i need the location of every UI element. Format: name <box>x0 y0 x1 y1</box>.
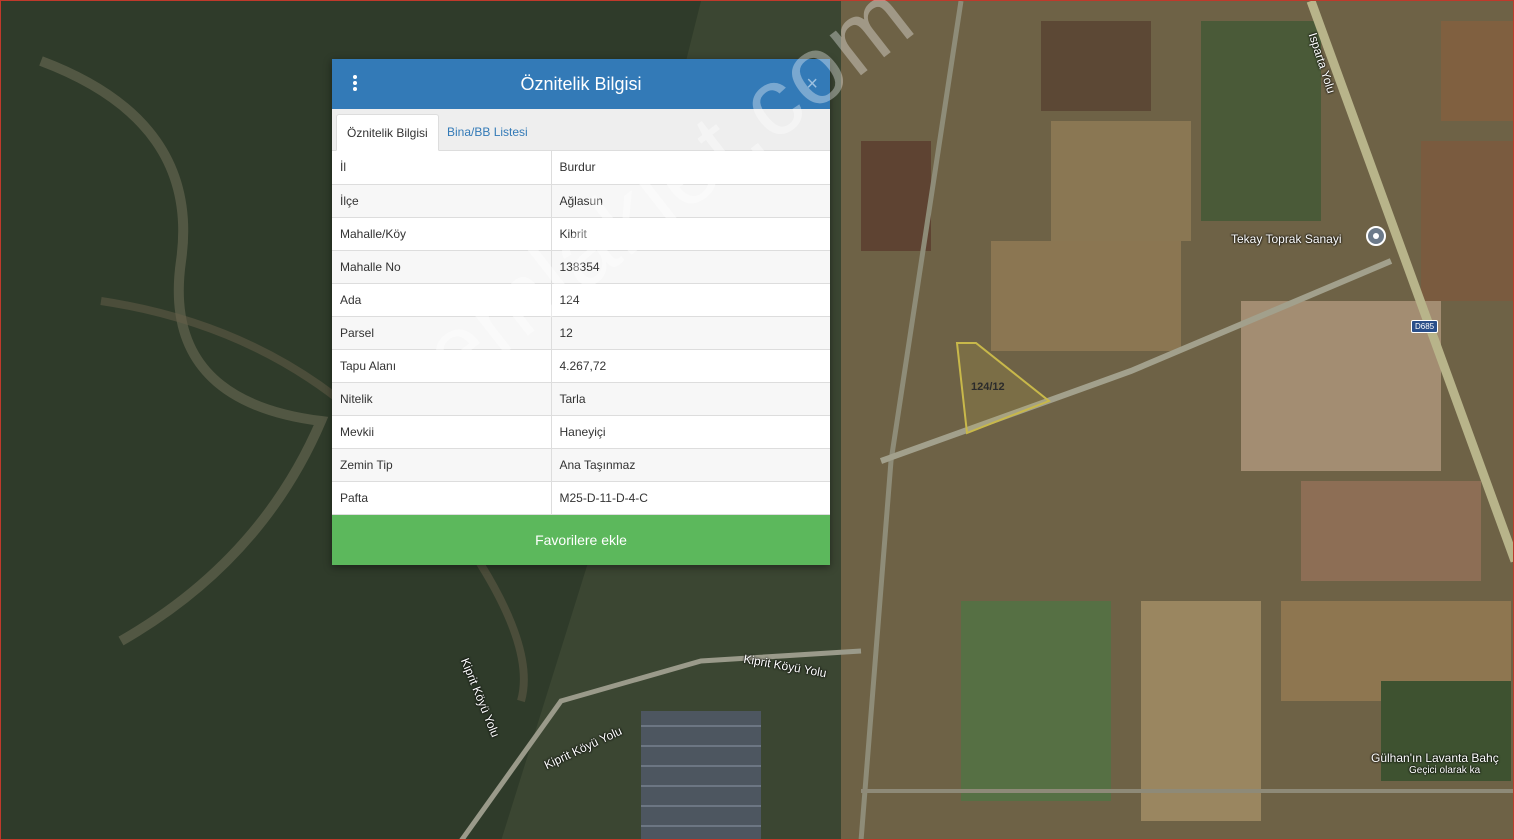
kebab-menu-icon[interactable] <box>352 74 358 94</box>
attribute-value: 124 <box>551 283 830 317</box>
attribute-key: Pafta <box>332 481 552 515</box>
attribute-value: Haneyiçi <box>551 415 830 449</box>
table-row: Mahalle/Köy Kibrit <box>332 217 830 251</box>
table-row: İlçe Ağlasun <box>332 184 830 218</box>
add-to-favorites-button[interactable]: Favorilere ekle <box>332 514 830 565</box>
attribute-key: Mahalle/Köy <box>332 217 552 251</box>
tab-building-list[interactable]: Bina/BB Listesi <box>437 114 538 151</box>
table-row: Tapu Alanı 4.267,72 <box>332 349 830 383</box>
attribute-key: Mevkii <box>332 415 552 449</box>
table-row: Pafta M25-D-11-D-4-C <box>332 481 830 515</box>
tab-bar: Öznitelik Bilgisi Bina/BB Listesi <box>332 109 830 151</box>
table-row: Nitelik Tarla <box>332 382 830 416</box>
attribute-key: Tapu Alanı <box>332 349 552 383</box>
attribute-key: Parsel <box>332 316 552 350</box>
attribute-value: Burdur <box>551 151 830 185</box>
attribute-value: Kibrit <box>551 217 830 251</box>
map-label-gulhan-sub: Geçici olarak ka <box>1409 765 1481 776</box>
location-pin-icon[interactable] <box>1366 226 1386 246</box>
table-row: Ada 124 <box>332 283 830 317</box>
attribute-key: Ada <box>332 283 552 317</box>
map-label-tekay: Tekay Toprak Sanayi <box>1231 232 1342 246</box>
attribute-value: Ağlasun <box>551 184 830 218</box>
attribute-value: 4.267,72 <box>551 349 830 383</box>
attribute-key: İl <box>332 151 552 185</box>
attribute-key: Mahalle No <box>332 250 552 284</box>
attribute-key: İlçe <box>332 184 552 218</box>
attribute-value: 12 <box>551 316 830 350</box>
road-badge: D685 <box>1411 320 1439 333</box>
attribute-value: 138354 <box>551 250 830 284</box>
dialog-header: Öznitelik Bilgisi × <box>332 59 830 109</box>
table-row: Mahalle No 138354 <box>332 250 830 284</box>
table-row: Zemin Tip Ana Taşınmaz <box>332 448 830 482</box>
attribute-key: Nitelik <box>332 382 552 416</box>
attribute-value: M25-D-11-D-4-C <box>551 481 830 515</box>
tab-attribute-info[interactable]: Öznitelik Bilgisi <box>336 114 439 151</box>
close-icon[interactable]: × <box>806 59 818 109</box>
dialog-title: Öznitelik Bilgisi <box>520 74 642 94</box>
table-row: İl Burdur <box>332 151 830 185</box>
attribute-dialog: Öznitelik Bilgisi × Öznitelik Bilgisi Bi… <box>332 59 830 565</box>
attribute-value: Tarla <box>551 382 830 416</box>
table-row: Mevkii Haneyiçi <box>332 415 830 449</box>
parcel-label: 124/12 <box>971 381 1005 393</box>
attribute-value: Ana Taşınmaz <box>551 448 830 482</box>
table-row: Parsel 12 <box>332 316 830 350</box>
attribute-table: İl Burdur İlçe Ağlasun Mahalle/Köy Kibrit Maha… <box>332 151 830 515</box>
attribute-key: Zemin Tip <box>332 448 552 482</box>
map-label-gulhan: Gülhan'ın Lavanta Bahç <box>1371 751 1499 765</box>
